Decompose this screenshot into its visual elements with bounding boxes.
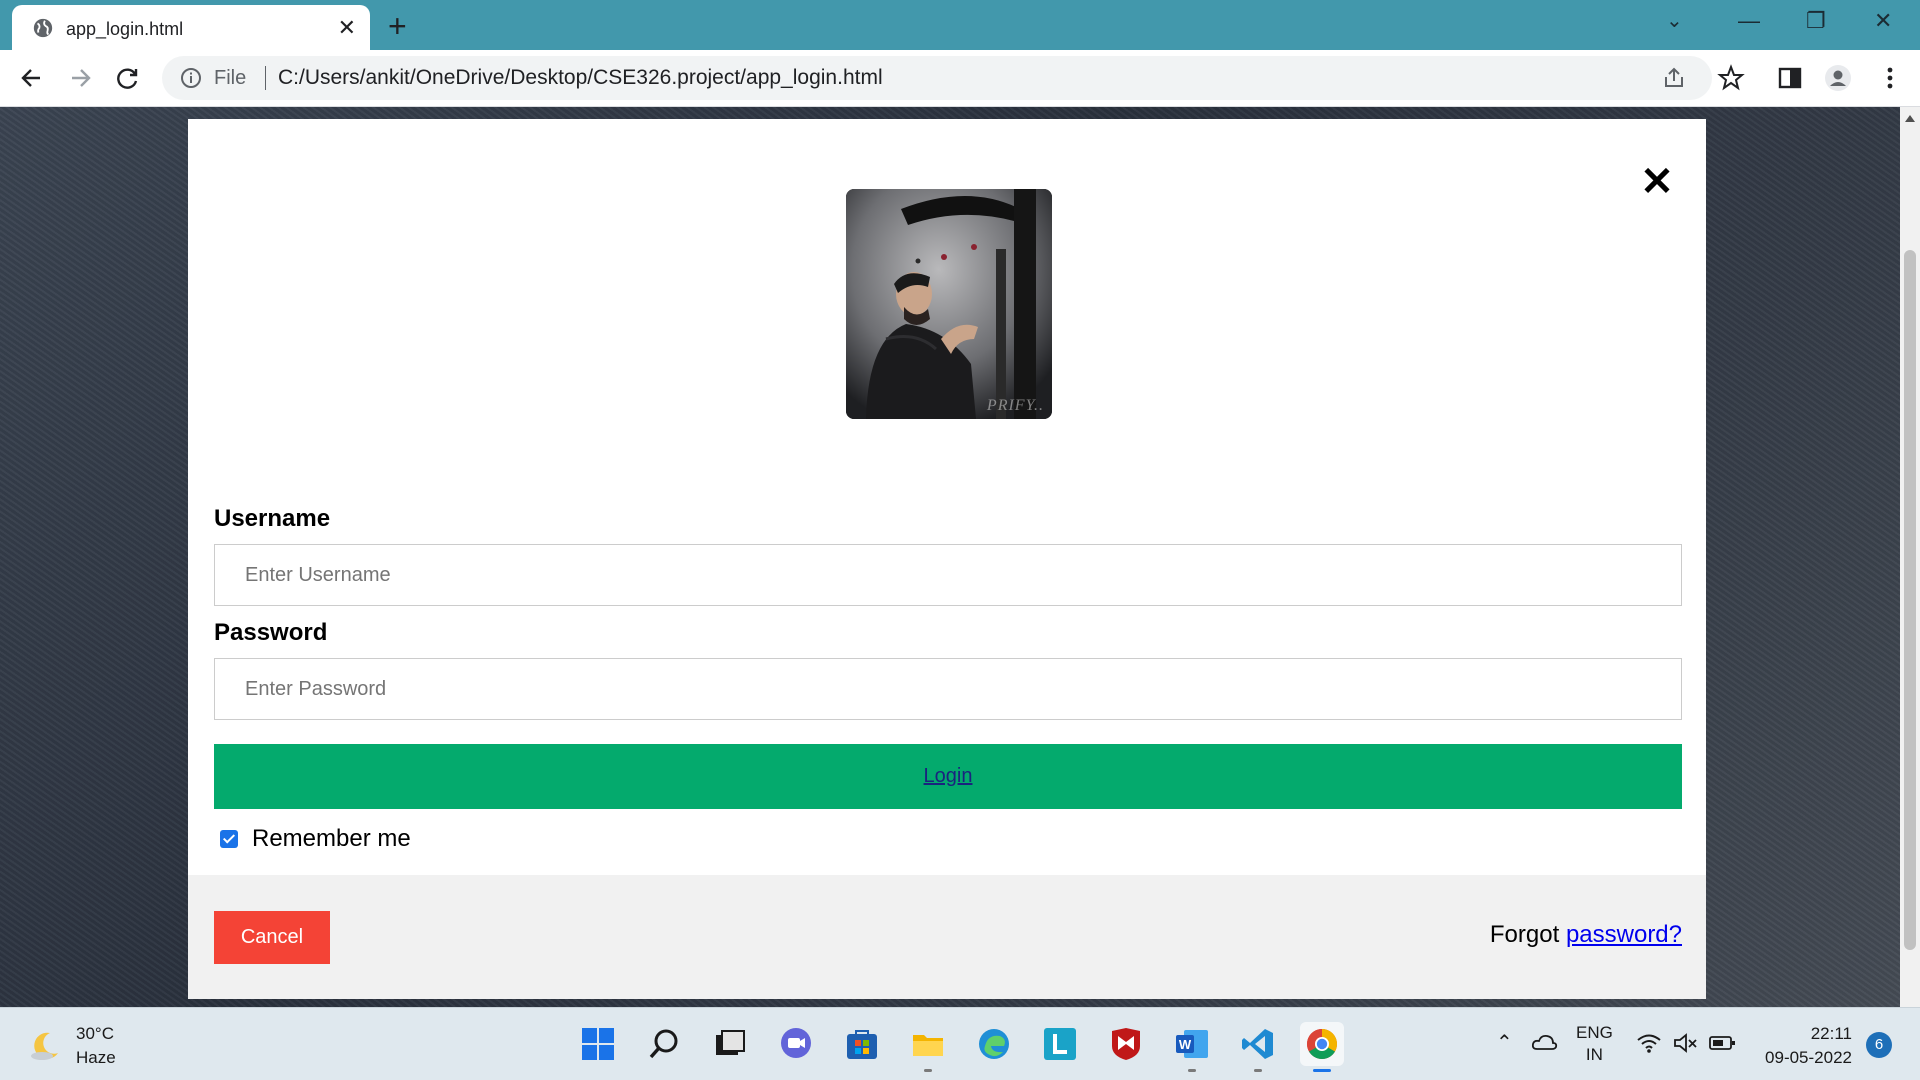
running-indicator	[924, 1069, 932, 1072]
login-link[interactable]: Login	[214, 744, 1682, 809]
start-icon	[582, 1028, 614, 1060]
url-separator	[265, 66, 266, 90]
clock[interactable]: 22:11 09-05-2022	[1752, 1022, 1852, 1070]
taskbar: 30°C Haze W ⌃ ENG IN 22:11 09-05-2022	[0, 1007, 1920, 1080]
store-icon	[847, 1030, 877, 1059]
vscode-icon	[1242, 1029, 1273, 1059]
close-icon[interactable]: ✕	[1637, 162, 1677, 202]
task-view-icon	[716, 1030, 745, 1055]
mcafee-button[interactable]	[1104, 1022, 1148, 1066]
chrome-button[interactable]	[1300, 1022, 1344, 1072]
share-icon[interactable]	[1662, 66, 1686, 90]
svg-text:W: W	[1179, 1037, 1192, 1052]
clock-date: 09-05-2022	[1765, 1048, 1852, 1067]
region-code: IN	[1585, 1045, 1603, 1064]
username-label: Username	[214, 505, 331, 532]
cancel-button[interactable]: Cancel	[214, 911, 330, 964]
tab-close-icon[interactable]: ✕	[338, 15, 356, 41]
l-app-icon	[1044, 1028, 1076, 1060]
chrome-icon	[1306, 1029, 1338, 1060]
back-icon[interactable]	[14, 61, 50, 95]
battery-icon[interactable]	[1708, 1034, 1736, 1052]
window-close-icon[interactable]: ✕	[1874, 8, 1892, 34]
word-icon: W	[1176, 1030, 1208, 1058]
file-explorer-icon	[913, 1035, 943, 1056]
forgot-password-link[interactable]: password?	[1566, 921, 1682, 948]
globe-icon	[33, 18, 53, 38]
running-indicator	[1188, 1069, 1196, 1072]
weather-condition: Haze	[76, 1048, 116, 1067]
search-button[interactable]	[642, 1022, 686, 1066]
tab-search-icon[interactable]: ⌄	[1666, 8, 1683, 33]
remember-me-label: Remember me	[252, 825, 411, 852]
onedrive-cloud-icon[interactable]	[1530, 1032, 1558, 1052]
volume-muted-icon[interactable]	[1672, 1032, 1698, 1054]
clock-time: 22:11	[1810, 1024, 1852, 1043]
site-info-icon[interactable]	[180, 67, 202, 89]
language-indicator[interactable]: ENG IN	[1576, 1022, 1613, 1066]
start-button[interactable]	[576, 1022, 620, 1066]
chat-icon	[781, 1028, 811, 1058]
weather-widget[interactable]: 30°C Haze	[28, 1022, 116, 1070]
language-code: ENG	[1576, 1023, 1613, 1042]
login-button[interactable]: Login	[214, 744, 1682, 809]
profile-icon[interactable]	[1824, 64, 1852, 92]
scrollbar-thumb[interactable]	[1904, 250, 1916, 950]
remember-me-checkbox[interactable]	[220, 830, 238, 848]
chat-button[interactable]	[774, 1022, 818, 1066]
modal-footer: Cancel Forgot password?	[188, 875, 1706, 999]
active-indicator	[1313, 1069, 1331, 1072]
avatar-watermark: PRIFY..	[986, 397, 1044, 414]
forgot-password-text: Forgot password?	[1490, 921, 1682, 949]
menu-dots-icon[interactable]	[1876, 64, 1904, 92]
page-scrollbar[interactable]	[1900, 107, 1920, 1007]
weather-moon-icon	[31, 1032, 58, 1060]
edge-button[interactable]	[972, 1022, 1016, 1066]
tab-title: app_login.html	[66, 19, 184, 39]
browser-toolbar: File C:/Users/ankit/OneDrive/Desktop/CSE…	[0, 50, 1920, 107]
username-input[interactable]	[214, 544, 1682, 606]
tray-expand-icon[interactable]: ⌃	[1496, 1030, 1513, 1055]
tab-strip: app_login.html ✕ + ⌄ — ❐ ✕	[0, 0, 1920, 50]
forgot-prefix: Forgot	[1489, 921, 1560, 948]
running-indicator	[1254, 1069, 1262, 1072]
password-input[interactable]	[214, 658, 1682, 720]
page-viewport: ✕ PRIFY.. Username Enter Username Passwo…	[0, 107, 1900, 1007]
store-button[interactable]	[840, 1022, 884, 1066]
restore-icon[interactable]: ❐	[1806, 8, 1826, 34]
side-panel-icon[interactable]	[1776, 64, 1804, 92]
reload-icon[interactable]	[110, 61, 146, 95]
task-view-button[interactable]	[708, 1022, 752, 1066]
notification-badge[interactable]: 6	[1866, 1032, 1892, 1058]
search-icon	[649, 1029, 678, 1059]
url-scheme: File	[214, 67, 247, 89]
wifi-icon[interactable]	[1636, 1032, 1662, 1054]
l-app-button[interactable]	[1038, 1022, 1082, 1066]
avatar-image: PRIFY..	[846, 189, 1052, 419]
mcafee-icon	[1112, 1028, 1140, 1060]
forward-icon[interactable]	[62, 61, 98, 95]
edge-icon	[979, 1029, 1009, 1059]
browser-tab[interactable]: app_login.html ✕	[12, 5, 370, 50]
login-modal: ✕ PRIFY.. Username Enter Username Passwo…	[188, 119, 1706, 999]
word-button[interactable]: W	[1170, 1022, 1214, 1072]
bookmark-star-icon[interactable]	[1717, 64, 1745, 92]
file-explorer-button[interactable]	[906, 1022, 950, 1072]
new-tab-icon[interactable]: +	[388, 8, 407, 45]
avatar-photo	[846, 189, 1052, 419]
vscode-button[interactable]	[1236, 1022, 1280, 1072]
address-bar[interactable]: File C:/Users/ankit/OneDrive/Desktop/CSE…	[162, 56, 1712, 100]
scroll-up-icon[interactable]	[1905, 115, 1915, 122]
password-label: Password	[214, 619, 328, 646]
remember-me-row[interactable]: Remember me	[220, 825, 411, 853]
weather-temperature: 30°C	[76, 1024, 114, 1043]
url-text[interactable]: C:/Users/ankit/OneDrive/Desktop/CSE326.p…	[278, 66, 883, 90]
minimize-icon[interactable]: —	[1738, 8, 1760, 34]
